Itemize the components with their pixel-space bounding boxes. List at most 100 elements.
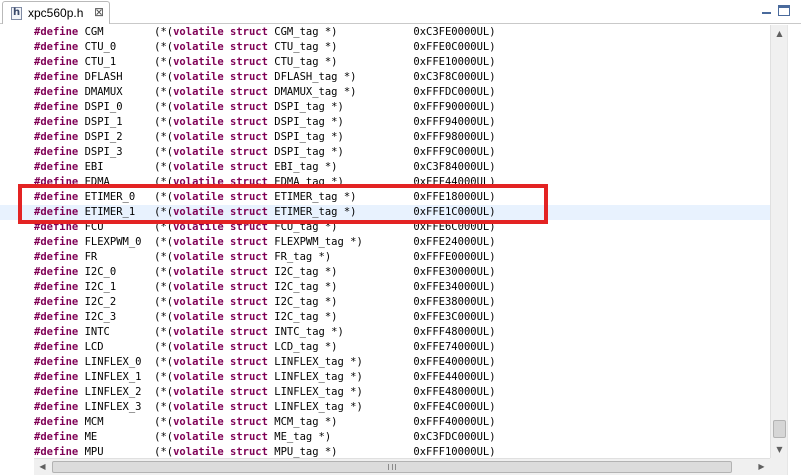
close-tab-icon[interactable]: ⊠ (94, 5, 104, 19)
struct-keyword: struct (230, 101, 268, 113)
struct-keyword: struct (230, 221, 268, 233)
macro-name: DSPI_1 (84, 116, 148, 128)
file-tab[interactable]: h xpc560p.h ⊠ (2, 1, 110, 24)
code-line-text: #define INTC (*(volatile struct INTC_tag… (34, 326, 496, 338)
code-line[interactable]: #define ETIMER_0 (*(volatile struct ETIM… (0, 190, 770, 205)
header-file-icon: h (11, 7, 22, 20)
code-line[interactable]: #define DSPI_0 (*(volatile struct DSPI_t… (0, 100, 770, 115)
code-line-text: #define MPU (*(volatile struct MPU_tag *… (34, 446, 496, 458)
struct-keyword: struct (230, 161, 268, 173)
struct-keyword: struct (230, 206, 268, 218)
code-line[interactable]: #define DSPI_2 (*(volatile struct DSPI_t… (0, 130, 770, 145)
address-value: 0xFFFE0000UL (413, 251, 490, 263)
define-keyword: #define (34, 101, 79, 113)
address-value: 0xFFE40000UL (413, 356, 490, 368)
code-line[interactable]: #define LINFLEX_0 (*(volatile struct LIN… (0, 355, 770, 370)
define-keyword: #define (34, 296, 79, 308)
minimize-icon[interactable] (761, 5, 772, 16)
code-line[interactable]: #define DSPI_3 (*(volatile struct DSPI_t… (0, 145, 770, 160)
macro-name: LINFLEX_3 (84, 401, 148, 413)
scroll-up-icon[interactable]: ▲ (771, 25, 788, 42)
code-line-text: #define DFLASH (*(volatile struct DFLASH… (34, 71, 496, 83)
code-line[interactable]: #define LINFLEX_3 (*(volatile struct LIN… (0, 400, 770, 415)
code-line-text: #define DSPI_0 (*(volatile struct DSPI_t… (34, 101, 496, 113)
vertical-scrollbar[interactable]: ▲ ▼ (770, 25, 788, 458)
horizontal-scroll-thumb[interactable] (52, 461, 732, 473)
code-line[interactable]: #define ETIMER_1 (*(volatile struct ETIM… (0, 205, 770, 220)
macro-name: DFLASH (84, 71, 148, 83)
struct-keyword: struct (230, 296, 268, 308)
define-keyword: #define (34, 311, 79, 323)
scroll-right-icon[interactable]: ▶ (753, 459, 770, 475)
struct-tag: ETIMER_tag *) (274, 206, 376, 218)
code-line[interactable]: #define INTC (*(volatile struct INTC_tag… (0, 325, 770, 340)
define-keyword: #define (34, 326, 79, 338)
code-line[interactable]: #define I2C_2 (*(volatile struct I2C_tag… (0, 295, 770, 310)
define-keyword: #define (34, 386, 79, 398)
volatile-keyword: volatile (173, 251, 224, 263)
code-line-text: #define CTU_1 (*(volatile struct CTU_tag… (34, 56, 496, 68)
maximize-icon[interactable] (778, 5, 790, 16)
address-value: 0xFFF44000UL (413, 176, 490, 188)
code-line[interactable]: #define DMAMUX (*(volatile struct DMAMUX… (0, 85, 770, 100)
define-keyword: #define (34, 26, 79, 38)
code-line-text: #define LCD (*(volatile struct LCD_tag *… (34, 341, 496, 353)
code-line[interactable]: #define EBI (*(volatile struct EBI_tag *… (0, 160, 770, 175)
code-line[interactable]: #define FLEXPWM_0 (*(volatile struct FLE… (0, 235, 770, 250)
code-line[interactable]: #define DFLASH (*(volatile struct DFLASH… (0, 70, 770, 85)
address-value: 0xFFF48000UL (413, 326, 490, 338)
struct-keyword: struct (230, 401, 268, 413)
volatile-keyword: volatile (173, 71, 224, 83)
code-line[interactable]: #define LCD (*(volatile struct LCD_tag *… (0, 340, 770, 355)
macro-name: EBI (84, 161, 148, 173)
struct-tag: FCU_tag *) (274, 221, 376, 233)
struct-keyword: struct (230, 86, 268, 98)
code-editor[interactable]: #define CGM (*(volatile struct CGM_tag *… (0, 25, 770, 458)
define-keyword: #define (34, 41, 79, 53)
code-line[interactable]: #define CTU_1 (*(volatile struct CTU_tag… (0, 55, 770, 70)
address-value: 0xFFE44000UL (413, 371, 490, 383)
volatile-keyword: volatile (173, 416, 224, 428)
code-line[interactable]: #define ME (*(volatile struct ME_tag *) … (0, 430, 770, 445)
code-line-text: #define DSPI_3 (*(volatile struct DSPI_t… (34, 146, 496, 158)
define-keyword: #define (34, 371, 79, 383)
volatile-keyword: volatile (173, 56, 224, 68)
code-line[interactable]: #define EDMA (*(volatile struct EDMA_tag… (0, 175, 770, 190)
struct-keyword: struct (230, 281, 268, 293)
struct-keyword: struct (230, 71, 268, 83)
code-line-text: #define LINFLEX_2 (*(volatile struct LIN… (34, 386, 496, 398)
macro-name: INTC (84, 326, 148, 338)
define-keyword: #define (34, 71, 79, 83)
code-line[interactable]: #define I2C_1 (*(volatile struct I2C_tag… (0, 280, 770, 295)
code-line[interactable]: #define FR (*(volatile struct FR_tag *) … (0, 250, 770, 265)
struct-keyword: struct (230, 146, 268, 158)
code-line[interactable]: #define I2C_0 (*(volatile struct I2C_tag… (0, 265, 770, 280)
code-line[interactable]: #define LINFLEX_1 (*(volatile struct LIN… (0, 370, 770, 385)
overview-ruler (787, 25, 801, 475)
volatile-keyword: volatile (173, 191, 224, 203)
macro-name: ETIMER_0 (84, 191, 148, 203)
struct-tag: LINFLEX_tag *) (274, 356, 376, 368)
scroll-left-icon[interactable]: ◀ (34, 459, 51, 475)
code-line[interactable]: #define CTU_0 (*(volatile struct CTU_tag… (0, 40, 770, 55)
code-line[interactable]: #define MPU (*(volatile struct MPU_tag *… (0, 445, 770, 458)
code-line[interactable]: #define MCM (*(volatile struct MCM_tag *… (0, 415, 770, 430)
code-line[interactable]: #define DSPI_1 (*(volatile struct DSPI_t… (0, 115, 770, 130)
macro-name: CTU_1 (84, 56, 148, 68)
code-line[interactable]: #define LINFLEX_2 (*(volatile struct LIN… (0, 385, 770, 400)
struct-tag: MPU_tag *) (274, 446, 376, 458)
struct-keyword: struct (230, 266, 268, 278)
struct-tag: DFLASH_tag *) (274, 71, 376, 83)
address-value: 0xFFE30000UL (413, 266, 490, 278)
horizontal-scrollbar[interactable]: ◀ ▶ (34, 458, 770, 475)
struct-keyword: struct (230, 41, 268, 53)
scroll-down-icon[interactable]: ▼ (771, 441, 788, 458)
code-line[interactable]: #define CGM (*(volatile struct CGM_tag *… (0, 25, 770, 40)
code-line-text: #define CGM (*(volatile struct CGM_tag *… (34, 26, 496, 38)
macro-name: DSPI_3 (84, 146, 148, 158)
code-line[interactable]: #define FCU (*(volatile struct FCU_tag *… (0, 220, 770, 235)
editor-tab-bar: h xpc560p.h ⊠ (0, 0, 801, 24)
vertical-scroll-thumb[interactable] (773, 420, 786, 438)
code-line[interactable]: #define I2C_3 (*(volatile struct I2C_tag… (0, 310, 770, 325)
macro-name: LINFLEX_1 (84, 371, 148, 383)
